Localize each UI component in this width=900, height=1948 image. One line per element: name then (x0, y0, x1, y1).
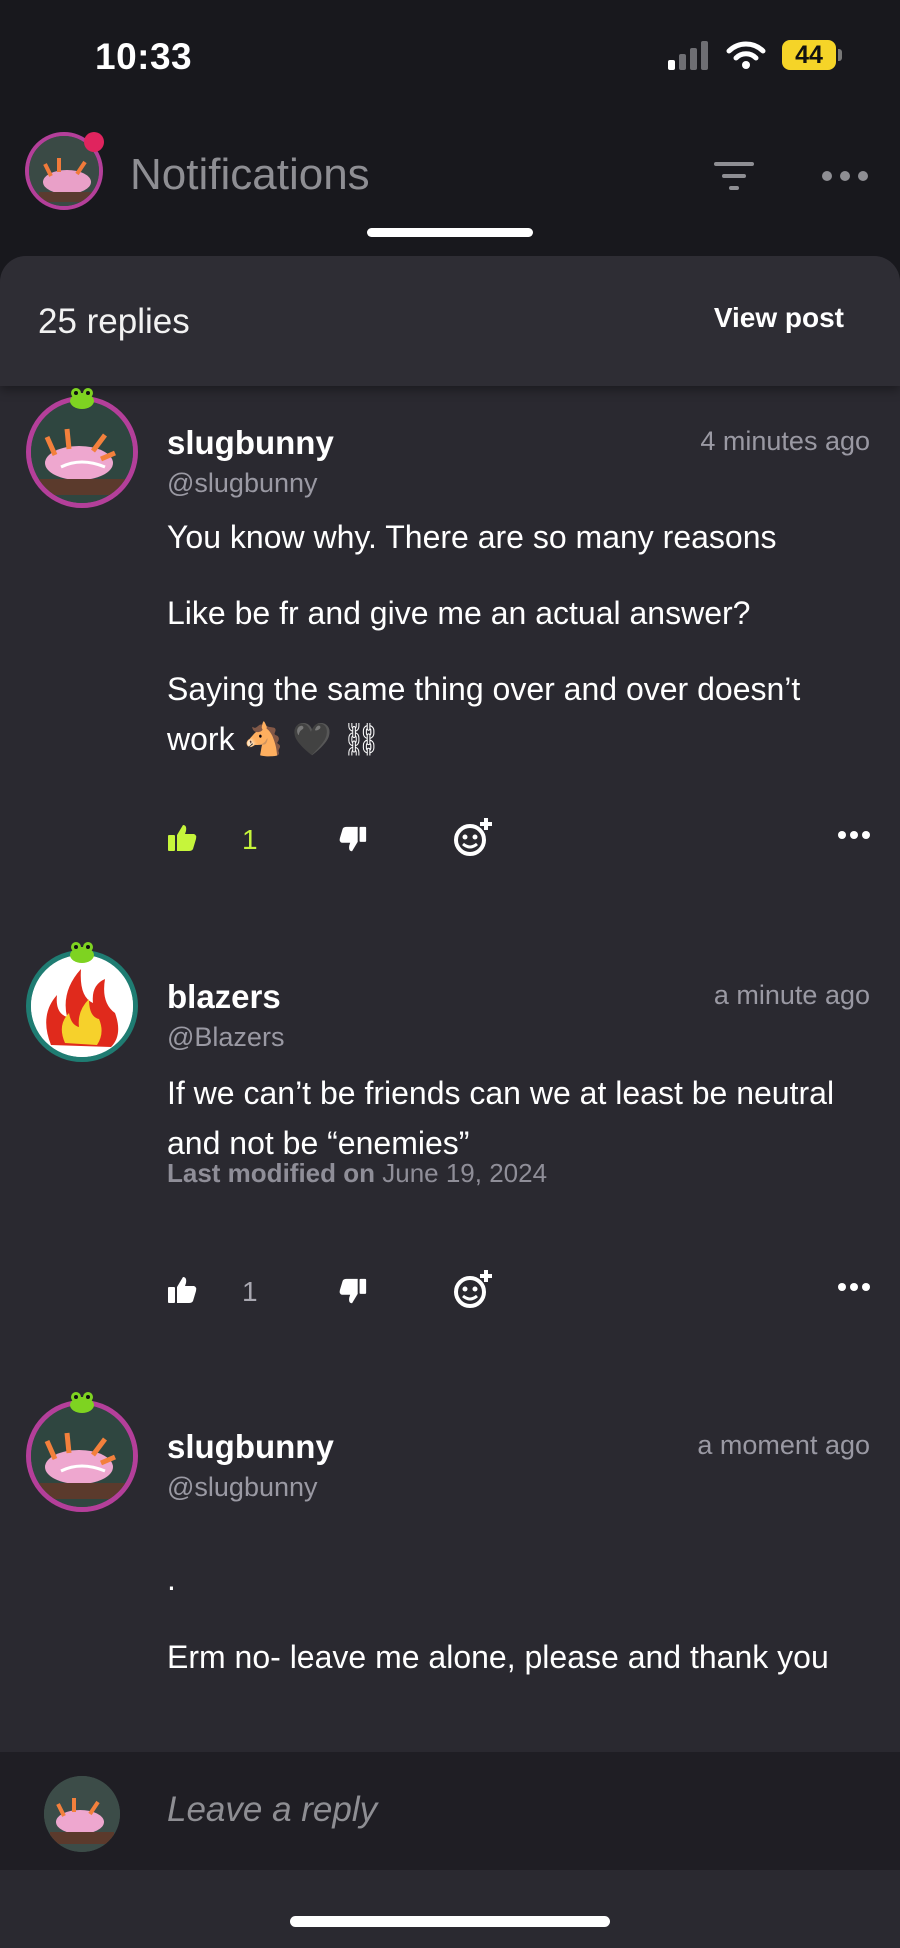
avatar-image (31, 1405, 133, 1507)
filter-icon (714, 162, 754, 190)
username[interactable]: blazers (167, 978, 281, 1016)
user-handle: @Blazers (167, 1022, 285, 1052)
more-horizontal-icon (838, 831, 870, 839)
more-options-button[interactable] (820, 164, 870, 188)
comment-line: . (167, 1561, 176, 1597)
dislike-button[interactable] (338, 1276, 368, 1306)
home-indicator (290, 1916, 610, 1927)
avatar-image (31, 955, 133, 1057)
battery-icon: 44 (782, 40, 842, 70)
user-handle: @slugbunny (167, 1472, 318, 1502)
add-emoji-icon (454, 818, 492, 856)
last-modified: Last modified on June 19, 2024 (167, 1158, 547, 1189)
comment-line: If we can’t be friends can we at least b… (167, 1075, 835, 1161)
cellular-signal-icon (668, 41, 708, 70)
like-button[interactable] (166, 822, 198, 854)
sheet-grab-handle[interactable] (367, 228, 533, 237)
comment-time: 4 minutes ago (700, 426, 870, 456)
avatar[interactable] (26, 1400, 138, 1512)
battery-tip (838, 49, 842, 61)
frog-badge-icon (70, 942, 94, 963)
add-reaction-button[interactable] (452, 1268, 494, 1310)
page-title: Notifications (130, 150, 370, 199)
add-reaction-button[interactable] (452, 816, 494, 858)
filter-button[interactable] (708, 156, 760, 196)
thumbs-down-icon (339, 1278, 367, 1304)
avatar-image (44, 1776, 120, 1852)
reply-bar: Leave a reply (0, 1752, 900, 1870)
username[interactable]: slugbunny (167, 1428, 334, 1466)
status-time: 10:33 (95, 36, 193, 77)
comment-time: a moment ago (697, 1430, 870, 1460)
user-handle: @slugbunny (167, 468, 318, 498)
comment-actions: 1 (0, 1268, 900, 1318)
wifi-icon (726, 41, 766, 69)
dislike-button[interactable] (338, 824, 368, 854)
comment-actions: 1 (0, 816, 900, 866)
more-horizontal-icon (838, 1283, 870, 1291)
thumbs-down-icon (339, 826, 367, 852)
replies-count: 25 replies (38, 302, 190, 341)
comment-time: a minute ago (713, 980, 870, 1010)
thumbs-up-icon (168, 825, 197, 851)
status-icons: 44 (668, 40, 842, 70)
like-button[interactable] (166, 1274, 198, 1306)
last-modified-label: Last modified on (167, 1158, 375, 1188)
top-bar: Notifications (0, 120, 900, 220)
more-horizontal-icon (822, 171, 868, 181)
last-modified-date: June 19, 2024 (382, 1158, 548, 1188)
current-user-avatar (44, 1776, 120, 1852)
comment-line: Erm no- leave me alone, please and thank… (167, 1639, 829, 1675)
avatar[interactable] (26, 950, 138, 1062)
reply-input[interactable]: Leave a reply (167, 1790, 377, 1830)
username[interactable]: slugbunny (167, 424, 334, 462)
comment-line: Like be fr and give me an actual answer? (167, 595, 751, 631)
comment-line: You know why. There are so many reasons (167, 519, 777, 555)
battery-level: 44 (782, 40, 836, 70)
like-count: 1 (242, 1276, 258, 1307)
notification-dot (84, 132, 104, 152)
avatar-image (31, 401, 133, 503)
avatar[interactable] (26, 396, 138, 508)
frog-badge-icon (70, 388, 94, 409)
thumbs-up-icon (168, 1277, 197, 1303)
comment-line: Saying the same thing over and over does… (167, 671, 801, 757)
replies-sheet: 25 replies View post slugbunny @slugbunn… (0, 256, 900, 1948)
like-count: 1 (242, 824, 258, 855)
comment-more-button[interactable] (838, 1282, 870, 1292)
status-bar: 10:33 44 (0, 0, 900, 110)
view-post-button[interactable]: View post (714, 302, 844, 334)
add-emoji-icon (454, 1270, 492, 1308)
sheet-header: 25 replies View post (0, 256, 900, 386)
frog-badge-icon (70, 1392, 94, 1413)
comment-more-button[interactable] (838, 830, 870, 840)
